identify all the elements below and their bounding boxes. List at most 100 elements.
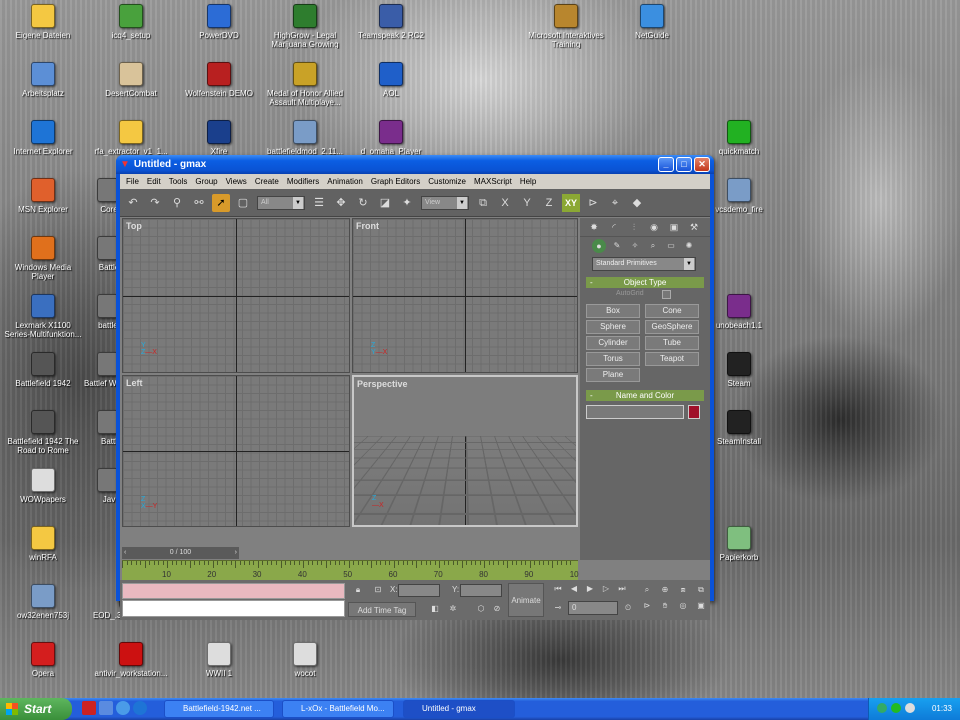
angle-snap-icon[interactable]: ⬡ [474, 602, 488, 616]
minimize-button[interactable]: _ [658, 157, 674, 172]
viewport-perspective[interactable]: Perspective Z —X [352, 375, 578, 527]
select-arrow-icon[interactable]: ➚ [212, 194, 230, 212]
y-coord-field[interactable] [460, 584, 502, 597]
tray-quickmatch-icon[interactable] [891, 703, 901, 713]
axis-x-button[interactable]: X [496, 194, 514, 212]
desktop-icon[interactable]: Teamspeak 2 RC2 [352, 4, 430, 40]
desktop-icon[interactable]: antivir_workstation... [92, 642, 170, 678]
quicklaunch-browser-icon[interactable] [133, 701, 147, 715]
desktop-icon[interactable]: Internet Explorer [4, 120, 82, 156]
arc-rotate-icon[interactable]: ◎ [676, 599, 690, 613]
desktop-icon[interactable]: winRFA [4, 526, 82, 562]
quicklaunch-app-icon[interactable] [82, 701, 96, 715]
grid-snap-icon[interactable]: ✲ [446, 602, 460, 616]
display-tab-icon[interactable]: ▣ [666, 220, 682, 234]
spacewarps-icon[interactable]: ✺ [682, 239, 696, 253]
maximize-viewport-icon[interactable]: ▣ [694, 599, 708, 613]
current-frame-field[interactable]: 0 [568, 601, 618, 615]
close-button[interactable]: ✕ [694, 157, 710, 172]
quicklaunch-ie-icon[interactable] [116, 701, 130, 715]
go-to-start-icon[interactable]: ⏮︎ [551, 583, 565, 595]
lights-icon[interactable]: ✧ [628, 239, 642, 253]
desktop-icon[interactable]: AOL [352, 62, 430, 98]
torus-button[interactable]: Torus [586, 352, 640, 366]
play-icon[interactable]: ▶ [583, 583, 597, 595]
material-icon[interactable]: ◆ [628, 194, 646, 212]
degradation-icon[interactable]: ◧ [428, 602, 442, 616]
task-lxox-battlefield[interactable]: L-xOx - Battlefield Mo... [282, 700, 394, 718]
pan-hand-icon[interactable]: ✋︎ [658, 599, 672, 613]
add-time-tag-button[interactable]: Add Time Tag [348, 602, 416, 617]
desktop-icon[interactable]: Wolfenstein DEMO [180, 62, 258, 98]
tube-button[interactable]: Tube [645, 336, 699, 350]
selection-filter-dropdown[interactable]: All [257, 196, 305, 210]
desktop-icon[interactable]: rfa_extractor_v1_1... [92, 120, 170, 156]
go-to-end-icon[interactable]: ⏭︎ [615, 583, 629, 595]
time-config-icon[interactable]: ⏲︎ [622, 602, 634, 614]
x-coord-field[interactable] [398, 584, 440, 597]
desktop-icon[interactable]: Microsoft Interaktives Training [527, 4, 605, 49]
shapes-icon[interactable]: ✎ [610, 239, 624, 253]
desktop-icon[interactable]: battlefieldmod_2.11... [266, 120, 344, 156]
menu-group[interactable]: Group [191, 177, 221, 186]
desktop-icon[interactable]: icq4_setup [92, 4, 170, 40]
zoom-extents-icon[interactable]: ⧈ [676, 583, 690, 597]
object-type-rollout[interactable]: Object Type [586, 277, 704, 288]
menu-views[interactable]: Views [222, 177, 251, 186]
modify-tab-icon[interactable]: ◜ [606, 220, 622, 234]
snap-icon[interactable]: ✦ [398, 194, 416, 212]
desktop-icon[interactable]: DesertCombat [92, 62, 170, 98]
unlink-icon[interactable]: ⚯ [190, 194, 208, 212]
motion-tab-icon[interactable]: ◉ [646, 220, 662, 234]
key-mode-icon[interactable]: ⊸ [552, 602, 564, 614]
menu-tools[interactable]: Tools [165, 177, 192, 186]
cameras-icon[interactable]: ⌕ [646, 239, 660, 253]
desktop-icon[interactable]: Xfire [180, 120, 258, 156]
start-button[interactable]: Start [0, 698, 72, 720]
menu-file[interactable]: File [122, 177, 143, 186]
animate-button[interactable]: Animate [508, 583, 544, 617]
mirror-icon[interactable]: ⊳ [584, 194, 602, 212]
desktop-icon[interactable]: d_omaha_Player [352, 120, 430, 156]
desktop-icon[interactable]: wocot [266, 642, 344, 678]
select-by-name-icon[interactable]: ☰ [310, 194, 328, 212]
tray-network-icon[interactable] [877, 703, 887, 713]
rotate-icon[interactable]: ↻ [354, 194, 372, 212]
menu-edit[interactable]: Edit [143, 177, 165, 186]
geosphere-button[interactable]: GeoSphere [645, 320, 699, 334]
move-icon[interactable]: ✥ [332, 194, 350, 212]
cylinder-button[interactable]: Cylinder [586, 336, 640, 350]
menu-customize[interactable]: Customize [424, 177, 470, 186]
teapot-button[interactable]: Teapot [645, 352, 699, 366]
time-slider[interactable]: ‹ 0 / 100 › [122, 547, 239, 559]
desktop-icon[interactable]: NetGuide [613, 4, 691, 40]
title-bar[interactable]: ▼ Untitled - gmax _ □ ✕ [116, 155, 714, 174]
desktop-icon[interactable]: Eigene Dateien [4, 4, 82, 40]
gmax-window[interactable]: ▼ Untitled - gmax _ □ ✕ File Edit Tools Gro… [116, 155, 714, 601]
zoom-extents-all-icon[interactable]: ⧉ [694, 583, 708, 597]
menu-help[interactable]: Help [516, 177, 540, 186]
zoom-all-icon[interactable]: ⊕ [658, 583, 672, 597]
next-frame-icon[interactable]: ▷ [599, 583, 613, 595]
maximize-button[interactable]: □ [676, 157, 692, 172]
undo-icon[interactable]: ↶ [124, 194, 142, 212]
absolute-mode-icon[interactable]: ⊡ [372, 584, 384, 596]
hierarchy-tab-icon[interactable]: ⫶ [626, 220, 642, 234]
desktop-icon[interactable]: Arbeitsplatz [4, 62, 82, 98]
lock-selection-icon[interactable]: 🔒︎ [352, 584, 364, 596]
cone-button[interactable]: Cone [645, 304, 699, 318]
region-select-icon[interactable]: ▢ [234, 194, 252, 212]
prompt-line[interactable] [122, 600, 345, 617]
axis-z-button[interactable]: Z [540, 194, 558, 212]
helpers-icon[interactable]: ▭ [664, 239, 678, 253]
autogrid-checkbox[interactable] [662, 290, 671, 299]
scale-icon[interactable]: ◪ [376, 194, 394, 212]
link-icon[interactable]: ⚲ [168, 194, 186, 212]
zoom-icon[interactable]: ⌕ [640, 583, 654, 597]
desktop-icon[interactable]: Opera [4, 642, 82, 678]
task-battlefield-net[interactable]: Battlefield-1942.net ... [164, 700, 274, 718]
reference-coord-dropdown[interactable]: View [421, 196, 469, 210]
pivot-icon[interactable]: ⧉ [474, 194, 492, 212]
axis-y-button[interactable]: Y [518, 194, 536, 212]
axis-xy-button[interactable]: XY [562, 194, 580, 212]
